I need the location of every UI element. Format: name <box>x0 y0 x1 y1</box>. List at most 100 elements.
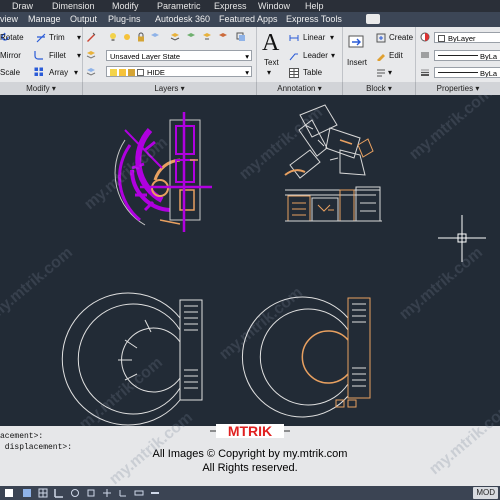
layer-color-swatch <box>137 69 144 76</box>
lock-icon[interactable] <box>136 32 146 42</box>
lineweight-dropdown[interactable]: ByLa <box>434 67 500 78</box>
insert-button[interactable]: Insert <box>347 58 367 67</box>
dynamic-input-icon[interactable] <box>134 488 144 498</box>
panel-header-block[interactable]: Block ▾ <box>343 82 416 95</box>
tab-output[interactable]: Output <box>70 12 97 27</box>
layer-isolate-icon[interactable] <box>202 32 212 42</box>
trim-dropdown-icon[interactable]: ▾ <box>77 33 81 42</box>
tab-view[interactable]: view <box>0 12 18 27</box>
sun-icon[interactable] <box>122 32 132 42</box>
menu-modify[interactable]: Modify <box>112 0 139 12</box>
floor-plan-selected[interactable] <box>114 112 212 232</box>
edit-attributes-dropdown-icon[interactable]: ▾ <box>388 68 392 77</box>
create-button[interactable]: Create <box>389 33 413 42</box>
leader-button[interactable]: Leader <box>303 51 328 60</box>
linear-button[interactable]: Linear <box>303 33 325 42</box>
panel-header-properties[interactable]: Properties ▾ <box>416 82 500 95</box>
text-button[interactable]: Text <box>264 58 279 67</box>
svg-text:MTRIK: MTRIK <box>228 423 272 439</box>
floor-plan-outline-orange[interactable] <box>241 296 371 418</box>
insert-block-icon[interactable] <box>348 33 366 51</box>
layer-state-dropdown[interactable]: Unsaved Layer State ▾ <box>106 50 252 61</box>
polar-icon[interactable] <box>70 488 80 498</box>
ortho-icon[interactable] <box>54 488 64 498</box>
layer-properties-icon[interactable] <box>86 32 96 42</box>
osnap-tracking-icon[interactable] <box>102 488 112 498</box>
rotate-button[interactable]: Rotate <box>0 33 24 42</box>
floor-plan-outline-white[interactable] <box>61 292 203 426</box>
object-snap-icon[interactable] <box>86 488 96 498</box>
menu-window[interactable]: Window <box>258 0 290 12</box>
trim-button[interactable]: Trim <box>49 33 65 42</box>
tab-autodesk-360[interactable]: Autodesk 360 <box>155 12 210 27</box>
linetype-value: ByLa <box>480 52 498 61</box>
status-bar: MOD <box>0 486 500 500</box>
table-icon[interactable] <box>289 68 299 78</box>
panel-header-annotation[interactable]: Annotation ▾ <box>257 82 343 95</box>
layer-state-value: Unsaved Layer State <box>110 52 181 61</box>
command-history-line: displacement>: <box>0 443 73 452</box>
lock-icon <box>128 69 135 76</box>
layer-copy-icon[interactable] <box>236 32 246 42</box>
color-dropdown[interactable]: ByLayer <box>434 32 500 43</box>
leader-dropdown-icon[interactable]: ▾ <box>331 51 335 60</box>
drawing-canvas[interactable]: my.mtrik.com my.mtrik.com my.mtrik.com m… <box>0 84 500 433</box>
layer-match-icon[interactable] <box>170 32 180 42</box>
coordinates-icon[interactable] <box>4 488 14 498</box>
linetype-dropdown[interactable]: ByLa <box>434 50 500 61</box>
menu-help[interactable]: Help <box>305 0 324 12</box>
rights-line: All Rights reserved. <box>202 462 298 474</box>
text-icon[interactable]: A <box>262 30 279 56</box>
lightbulb-icon[interactable] <box>108 32 118 42</box>
trim-icon[interactable] <box>36 33 46 43</box>
menu-parametric[interactable]: Parametric <box>157 0 201 12</box>
grid-icon[interactable] <box>38 488 48 498</box>
array-button[interactable]: Array <box>49 68 68 77</box>
panel-header-layers[interactable]: Layers ▾ <box>83 82 257 95</box>
chevron-down-icon: ▾ <box>245 68 249 77</box>
ribbon-toggle-button[interactable] <box>366 14 380 24</box>
layer-off-icon[interactable] <box>218 32 228 42</box>
sun-icon <box>119 69 126 76</box>
mirror-button[interactable]: Mirror <box>0 51 21 60</box>
tab-express-tools[interactable]: Express Tools <box>286 12 342 27</box>
linear-dropdown-icon[interactable]: ▾ <box>330 33 334 42</box>
tab-featured-apps[interactable]: Featured Apps <box>219 12 278 27</box>
building-elevation[interactable] <box>285 186 382 222</box>
panel-header-modify[interactable]: Modify ▾ <box>0 82 83 95</box>
lineweight-icon[interactable] <box>420 67 430 77</box>
fillet-button[interactable]: Fillet <box>49 51 66 60</box>
layer-walk-icon[interactable] <box>186 32 196 42</box>
array-dropdown-icon[interactable]: ▾ <box>74 68 78 77</box>
fillet-dropdown-icon[interactable]: ▾ <box>77 51 81 60</box>
mtrik-logo: MTRIK <box>210 423 290 439</box>
layer-dropdown[interactable]: HIDE ▾ <box>106 66 252 77</box>
scale-button[interactable]: Scale <box>0 68 20 77</box>
create-block-icon[interactable] <box>376 33 386 43</box>
dynamic-ucs-icon[interactable] <box>118 488 128 498</box>
floor-plan-rotated[interactable] <box>284 104 374 179</box>
text-dropdown-icon[interactable]: ▾ <box>267 68 271 77</box>
tab-manage[interactable]: Manage <box>28 12 61 27</box>
table-button[interactable]: Table <box>303 68 322 77</box>
lineweight-toggle-icon[interactable] <box>150 488 160 498</box>
menu-dimension[interactable]: Dimension <box>52 0 95 12</box>
model-button[interactable]: MOD <box>473 487 498 499</box>
tab-plug-ins[interactable]: Plug-ins <box>108 12 141 27</box>
snap-icon[interactable] <box>22 488 32 498</box>
layer-freeze-icon[interactable] <box>150 32 160 42</box>
array-icon[interactable] <box>34 67 44 77</box>
edit-attributes-icon[interactable] <box>376 68 386 78</box>
linear-dimension-icon[interactable] <box>289 33 299 43</box>
lineweight-sample <box>438 72 478 73</box>
edit-button[interactable]: Edit <box>389 51 403 60</box>
match-properties-icon[interactable] <box>420 32 430 42</box>
menu-express[interactable]: Express <box>214 0 247 12</box>
layer-list-icon[interactable] <box>86 67 96 77</box>
edit-block-icon[interactable] <box>376 51 386 61</box>
leader-icon[interactable] <box>289 51 299 61</box>
layer-state-icon[interactable] <box>86 50 96 60</box>
fillet-icon[interactable] <box>34 50 44 60</box>
menu-draw[interactable]: Draw <box>12 0 33 12</box>
linetype-icon[interactable] <box>420 50 430 60</box>
